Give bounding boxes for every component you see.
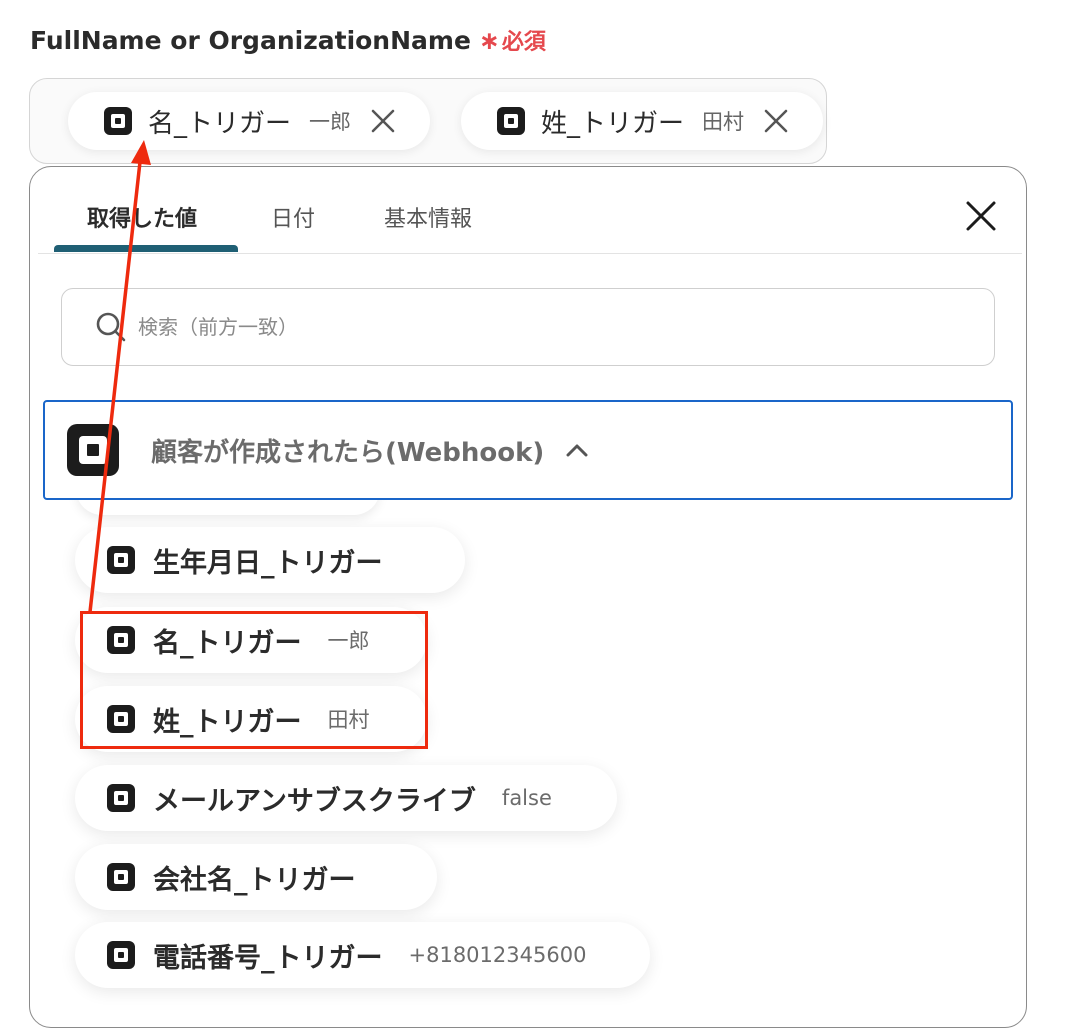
annotation-arrow [88, 140, 151, 614]
